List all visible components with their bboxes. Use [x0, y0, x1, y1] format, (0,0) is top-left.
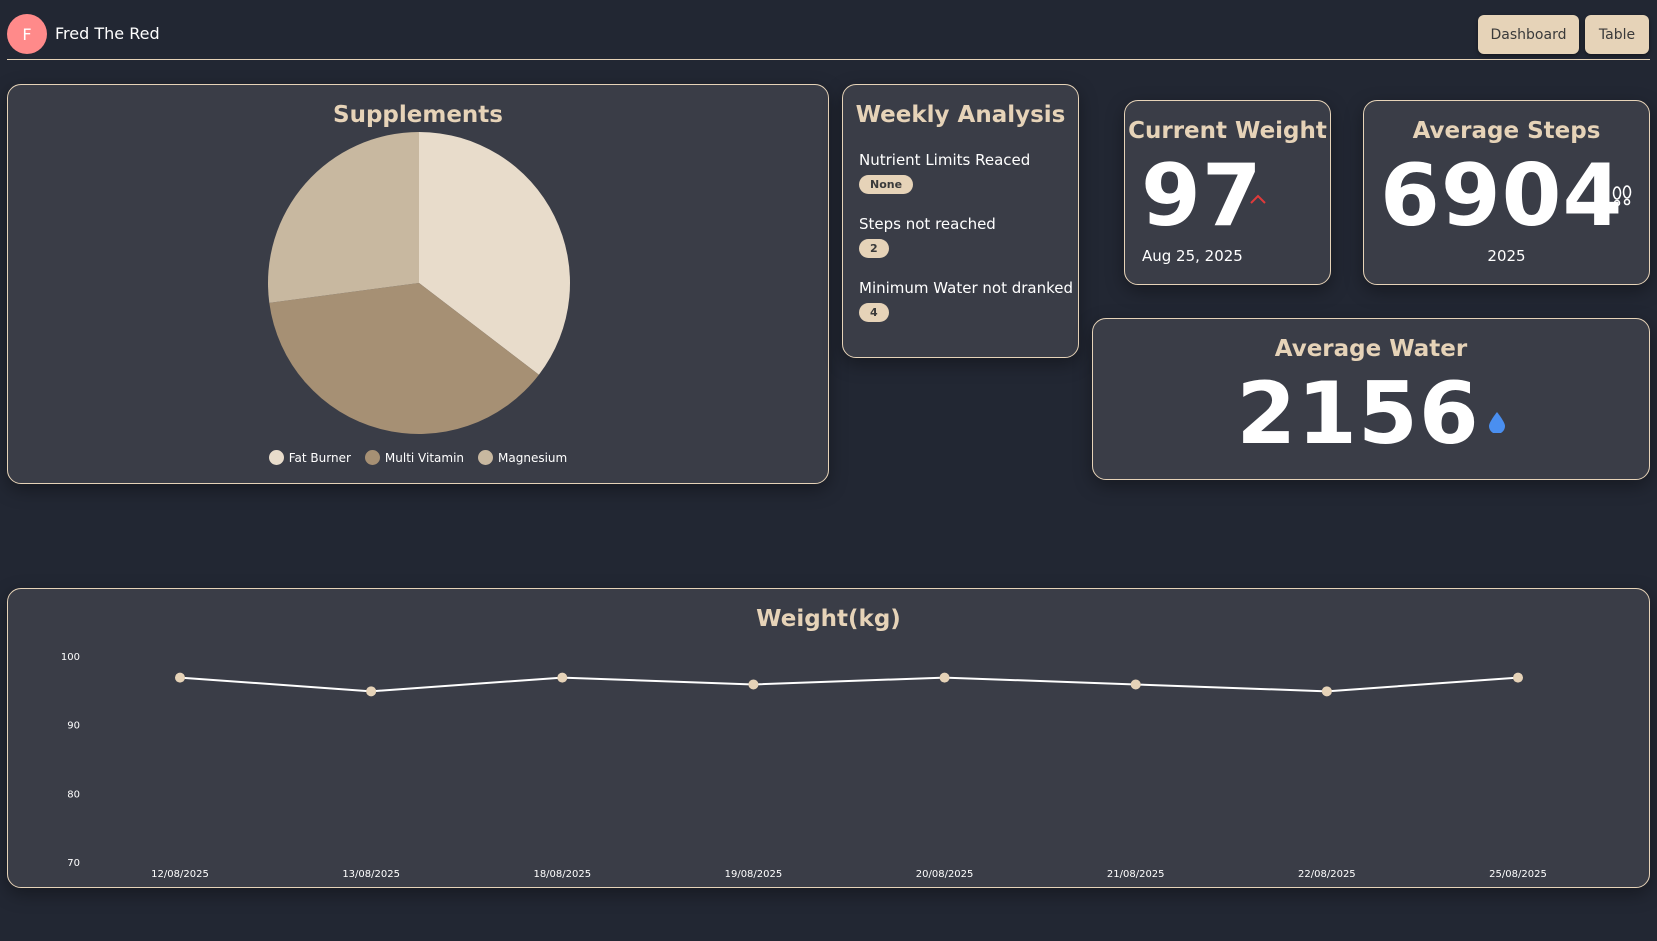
- current-weight-date: Aug 25, 2025: [1142, 247, 1243, 265]
- average-steps-card: Average Steps 6904 2025: [1363, 100, 1650, 285]
- trend-up-icon: [1250, 188, 1266, 209]
- x-tick-label: 20/08/2025: [916, 869, 974, 880]
- x-tick-label: 18/08/2025: [533, 869, 591, 880]
- footprints-icon: [1610, 185, 1634, 211]
- current-weight-title: Current Weight: [1128, 118, 1327, 144]
- weight-data-point[interactable]: [1513, 672, 1523, 683]
- weekly-item-nutrient-limits: Nutrient Limits Reaced None: [859, 151, 1030, 194]
- status-badge: None: [859, 175, 914, 194]
- weight-data-point[interactable]: [175, 672, 185, 683]
- average-water-card: Average Water 2156: [1092, 318, 1650, 480]
- current-weight-value: 97: [1141, 146, 1263, 246]
- table-button[interactable]: Table: [1585, 15, 1649, 54]
- legend-swatch: [364, 450, 380, 465]
- legend-item-fat-burner[interactable]: Fat Burner: [268, 450, 351, 465]
- supplements-title: Supplements: [333, 102, 503, 128]
- weight-line-chart: 100 90 80 70 12/08/2025 13/08/2025 18/08/2025 1…: [61, 652, 1547, 880]
- legend-swatch: [478, 450, 494, 465]
- weight-chart-card: 100 90 80 70 12/08/2025 13/08/2025 18/08/2025 1…: [7, 588, 1650, 888]
- x-tick-label: 13/08/2025: [342, 869, 400, 880]
- weekly-analysis-card: Weekly Analysis Nutrient Limits Reaced N…: [842, 84, 1079, 358]
- x-tick-label: 12/08/2025: [151, 869, 209, 880]
- y-tick-label: 70: [67, 858, 80, 869]
- y-tick-label: 100: [61, 652, 80, 663]
- y-tick-label: 80: [67, 789, 80, 800]
- weekly-item-steps: Steps not reached 2: [859, 215, 996, 258]
- top-bar: F Fred The Red Dashboard Table: [7, 0, 1650, 60]
- status-badge: 4: [859, 303, 889, 322]
- water-drop-icon: [1488, 411, 1506, 437]
- avatar[interactable]: F: [7, 14, 47, 54]
- legend-label: Fat Burner: [288, 450, 351, 465]
- weight-data-point[interactable]: [1130, 679, 1141, 690]
- supplements-pie-chart: [268, 132, 570, 434]
- pie-slice-magnesium[interactable]: [268, 132, 419, 303]
- legend-item-magnesium[interactable]: Magnesium: [478, 450, 567, 465]
- weight-data-point[interactable]: [557, 672, 568, 683]
- user-name: Fred The Red: [55, 24, 160, 43]
- weekly-analysis-title: Weekly Analysis: [855, 102, 1066, 128]
- average-water-title: Average Water: [1274, 336, 1468, 362]
- dashboard-button[interactable]: Dashboard: [1478, 15, 1579, 54]
- y-tick-label: 90: [67, 721, 80, 732]
- weight-series-line: [179, 676, 1519, 693]
- status-badge: 2: [859, 239, 889, 258]
- supplements-legend: Fat Burner Multi Vitamin Magnesium: [8, 450, 828, 465]
- legend-item-multi-vitamin[interactable]: Multi Vitamin: [364, 450, 465, 465]
- weekly-item-water: Minimum Water not dranked 4: [859, 279, 1073, 322]
- x-tick-label: 21/08/2025: [1107, 869, 1165, 880]
- average-water-value: 2156: [1236, 364, 1480, 464]
- current-weight-card: Current Weight 97 Aug 25, 2025: [1124, 100, 1331, 285]
- x-tick-label: 19/08/2025: [725, 869, 783, 880]
- x-tick-label: 25/08/2025: [1489, 869, 1547, 880]
- weekly-item-label: Minimum Water not dranked: [859, 279, 1074, 297]
- weight-data-point[interactable]: [1321, 686, 1332, 697]
- weight-chart-title: Weight(kg): [756, 606, 901, 632]
- x-tick-label: 22/08/2025: [1298, 869, 1356, 880]
- weekly-item-label: Nutrient Limits Reaced: [859, 151, 1031, 169]
- weight-data-point[interactable]: [366, 686, 377, 697]
- weight-data-point[interactable]: [748, 679, 759, 690]
- average-steps-year: 2025: [1487, 247, 1526, 265]
- supplements-card: Supplements Fat Burner Multi Vitamin Mag…: [7, 84, 829, 484]
- average-steps-value: 6904: [1380, 146, 1624, 246]
- legend-label: Multi Vitamin: [384, 450, 465, 465]
- legend-swatch: [268, 450, 284, 465]
- legend-label: Magnesium: [498, 450, 568, 465]
- weekly-item-label: Steps not reached: [859, 215, 996, 233]
- weight-data-point[interactable]: [939, 672, 950, 683]
- average-steps-title: Average Steps: [1412, 118, 1601, 144]
